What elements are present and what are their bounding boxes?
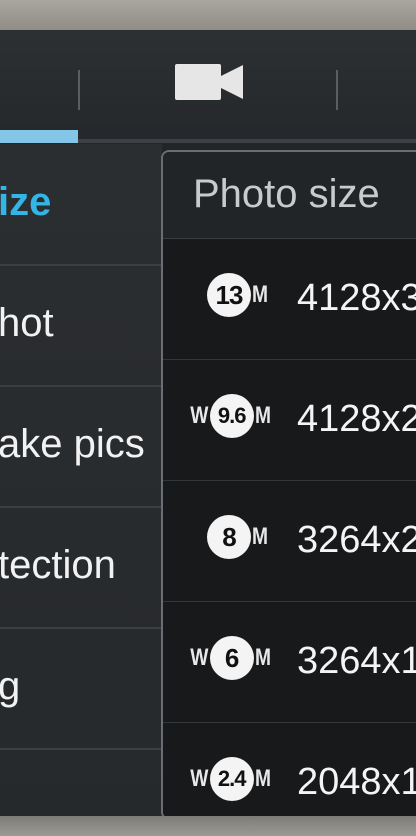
megapixel-value: 2.4 — [209, 757, 254, 801]
megapixel-badge: 8M — [207, 515, 270, 565]
setting-item[interactable]: ake pics — [0, 386, 162, 508]
photo-size-option[interactable]: W6M 3264x1 — [163, 602, 416, 723]
megapixel-badge: 13 M — [207, 273, 270, 323]
popup-title: Photo size — [193, 172, 380, 216]
resolution-label: 4128x3 — [297, 277, 416, 319]
megapixel-value: 6 — [209, 636, 254, 680]
setting-label: tection — [0, 543, 116, 587]
photo-size-option[interactable]: 13 M 4128x3 — [163, 239, 416, 360]
resolution-label: 2048x1 — [297, 761, 416, 803]
setting-label: ize — [0, 180, 52, 224]
photo-size-option[interactable]: 8M 3264x2 — [163, 481, 416, 602]
wide-indicator: W — [190, 644, 209, 671]
resolution-label: 4128x2 — [297, 398, 416, 440]
resolution-label: 3264x2 — [297, 519, 416, 561]
photo-size-popup: Photo size 13 M 4128x3 W 9.6 M 4128x2 8M 32… — [161, 150, 416, 820]
camera-settings-list: ize hot ake pics tection g — [0, 144, 162, 816]
megapixel-unit: M — [254, 644, 271, 671]
wide-indicator: W — [190, 765, 209, 792]
setting-item[interactable]: g — [0, 628, 162, 750]
megapixel-badge: W 9.6 M — [188, 394, 273, 444]
setting-item[interactable]: hot — [0, 265, 162, 387]
setting-label: hot — [0, 301, 54, 345]
video-camera-icon[interactable] — [175, 64, 243, 100]
popup-header: Photo size — [163, 152, 416, 239]
tab-divider — [78, 70, 80, 110]
megapixel-unit: M — [254, 765, 271, 792]
tab-divider — [336, 70, 338, 110]
background-top — [0, 0, 416, 30]
megapixel-unit: M — [254, 402, 271, 429]
megapixel-unit: M — [252, 523, 268, 550]
tab-underline — [78, 139, 416, 143]
wide-indicator: W — [190, 402, 209, 429]
background-bottom — [0, 816, 416, 836]
photo-size-option[interactable]: W 2.4 M 2048x1 — [163, 723, 416, 818]
megapixel-unit: M — [252, 281, 268, 308]
setting-item-photo-size[interactable]: ize — [0, 144, 162, 266]
setting-label: ake pics — [0, 422, 145, 466]
megapixel-badge: W 2.4 M — [188, 757, 273, 807]
megapixel-badge: W6M — [188, 636, 273, 686]
setting-item[interactable]: tection — [0, 507, 162, 629]
megapixel-value: 13 — [207, 273, 251, 317]
megapixel-value: 8 — [207, 515, 251, 559]
megapixel-value: 9.6 — [209, 394, 254, 438]
resolution-label: 3264x1 — [297, 640, 416, 682]
tab-camera-indicator[interactable] — [0, 130, 78, 143]
photo-size-option[interactable]: W 9.6 M 4128x2 — [163, 360, 416, 481]
setting-label: g — [0, 664, 21, 708]
